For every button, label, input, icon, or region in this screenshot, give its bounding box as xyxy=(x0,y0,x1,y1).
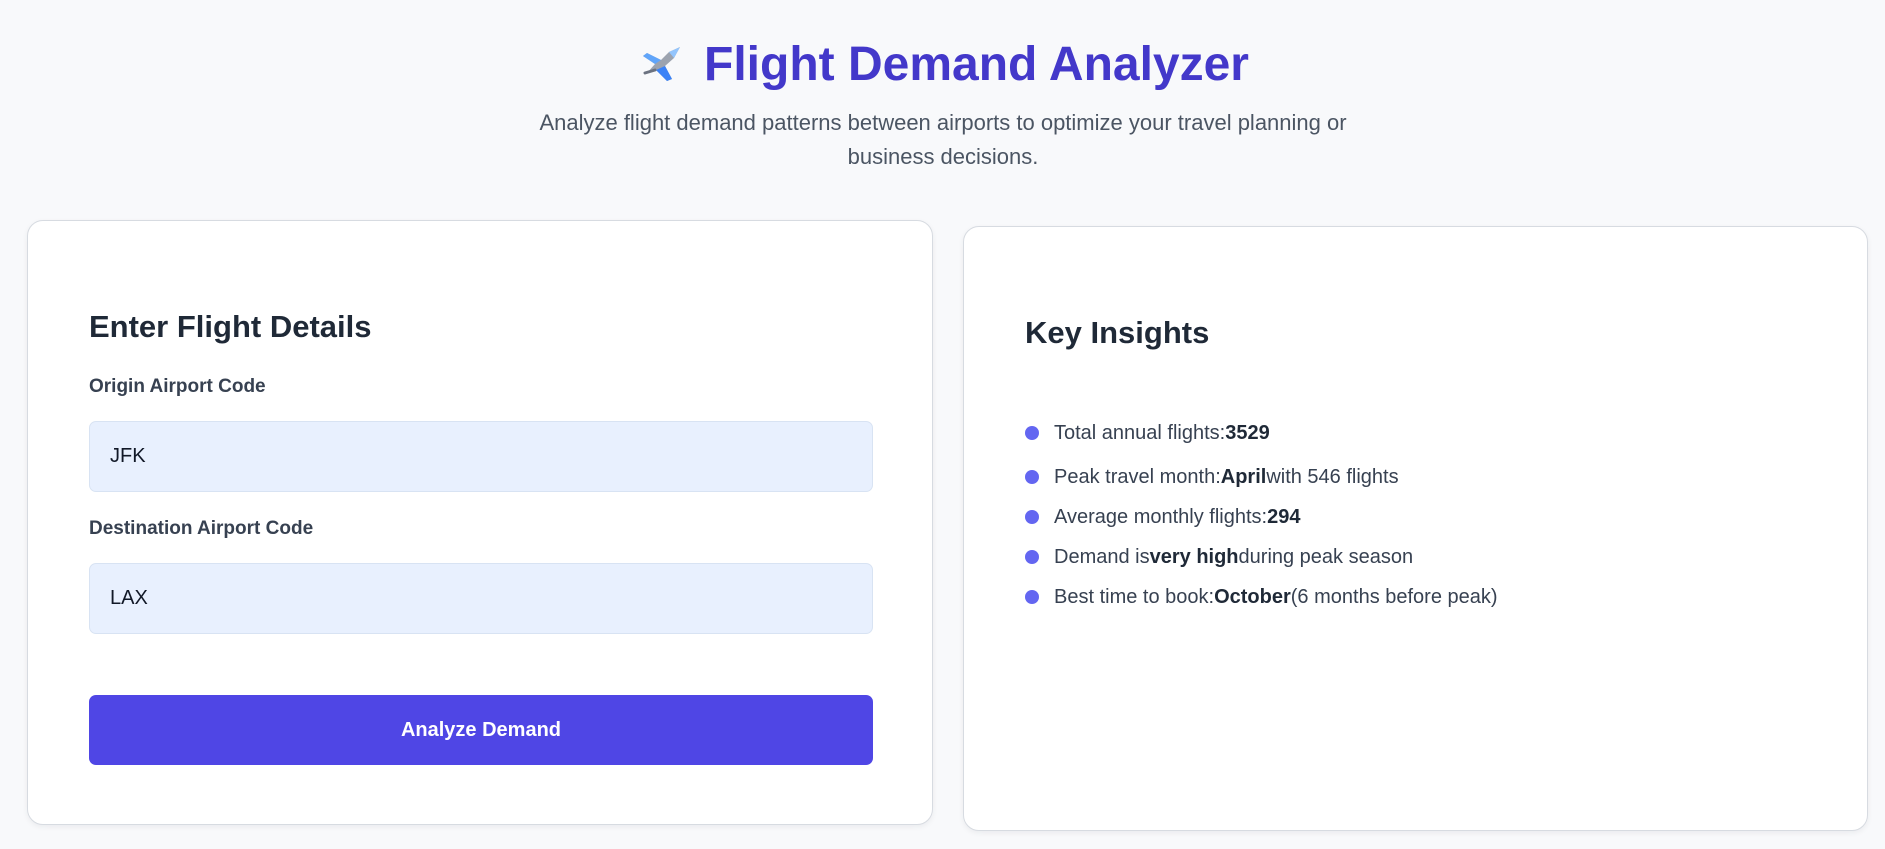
bullet-icon xyxy=(1025,426,1039,440)
key-insights-card: Key Insights Total annual flights: 3529 … xyxy=(963,226,1868,831)
bullet-icon xyxy=(1025,510,1039,524)
insight-suffix: (6 months before peak) xyxy=(1290,585,1498,608)
flight-details-card: Enter Flight Details Origin Airport Code… xyxy=(27,220,933,825)
insight-peak-travel-month: Peak travel month: April with 546 flight… xyxy=(1025,462,1399,492)
insight-suffix: during peak season xyxy=(1238,545,1414,568)
insight-prefix: Average monthly flights: xyxy=(1054,505,1268,528)
insight-prefix: Demand is xyxy=(1054,545,1150,568)
origin-airport-label: Origin Airport Code xyxy=(89,376,266,397)
insight-prefix: Peak travel month: xyxy=(1054,465,1221,488)
bullet-icon xyxy=(1025,550,1039,564)
page-subtitle: Analyze flight demand patterns between a… xyxy=(539,110,1347,169)
insight-value: 294 xyxy=(1267,505,1301,528)
insight-prefix: Total annual flights: xyxy=(1054,421,1226,444)
page-title: Flight Demand Analyzer xyxy=(0,36,1885,92)
key-insights-title: Key Insights xyxy=(1025,314,1210,350)
destination-airport-label: Destination Airport Code xyxy=(89,518,314,539)
insight-best-time-to-book: Best time to book: October (6 months bef… xyxy=(1025,582,1498,612)
insight-value: April xyxy=(1220,465,1267,488)
destination-airport-input[interactable] xyxy=(89,563,873,634)
insight-demand-level: Demand is very high during peak season xyxy=(1025,542,1413,572)
insight-average-monthly-flights: Average monthly flights: 294 xyxy=(1025,502,1300,532)
origin-airport-input[interactable] xyxy=(89,421,873,492)
insight-total-annual-flights: Total annual flights: 3529 xyxy=(1025,418,1270,448)
insight-value: very high xyxy=(1149,545,1239,568)
bullet-icon xyxy=(1025,470,1039,484)
insight-prefix: Best time to book: xyxy=(1054,585,1215,608)
insight-suffix: with 546 flights xyxy=(1266,465,1399,488)
insight-value: October xyxy=(1214,585,1291,608)
insight-value: 3529 xyxy=(1225,421,1270,444)
airplane-icon xyxy=(636,39,686,89)
flight-details-title: Enter Flight Details xyxy=(89,308,372,344)
bullet-icon xyxy=(1025,590,1039,604)
app-title: Flight Demand Analyzer xyxy=(704,37,1249,91)
analyze-demand-button[interactable]: Analyze Demand xyxy=(89,695,873,765)
